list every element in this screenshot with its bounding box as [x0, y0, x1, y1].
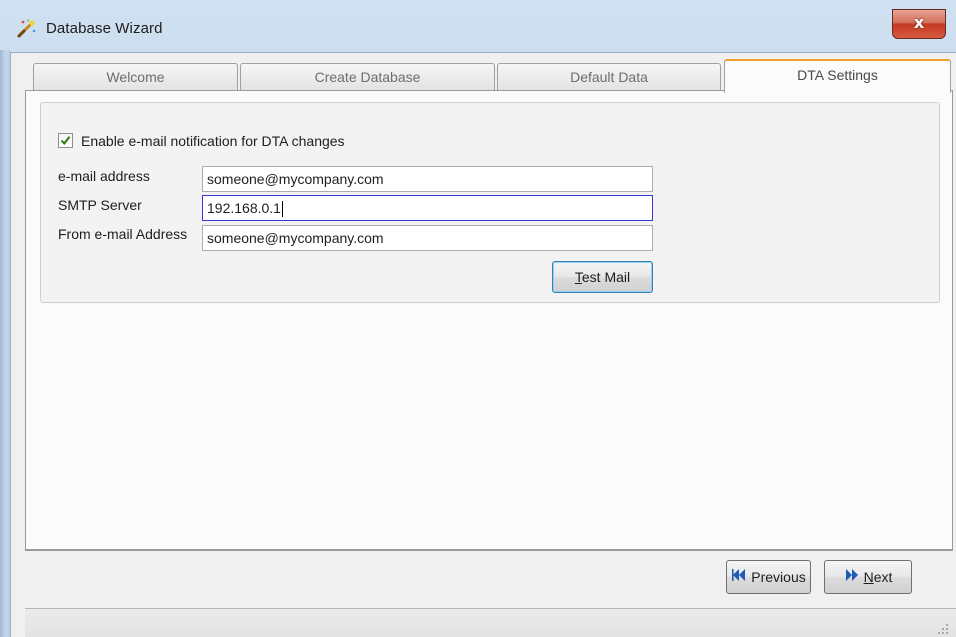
previous-label: Previous: [751, 569, 806, 585]
text-caret: [281, 201, 283, 218]
checkmark-icon: [60, 136, 71, 146]
next-button[interactable]: Next: [824, 560, 912, 594]
next-mnemonic: N: [863, 569, 874, 585]
title-bar[interactable]: Database Wizard x: [0, 0, 956, 50]
wizard-wand-icon: [15, 18, 37, 40]
enable-notification-label: Enable e-mail notification for DTA chang…: [81, 133, 345, 149]
double-chevron-right-icon: [844, 561, 860, 593]
smtp-server-field[interactable]: 192.168.0.1: [202, 195, 653, 221]
next-label: ext: [873, 569, 893, 585]
status-bar: [25, 608, 956, 637]
tab-label: Default Data: [570, 69, 648, 85]
from-email-label: From e-mail Address: [58, 226, 188, 242]
from-email-field[interactable]: someone@mycompany.com: [202, 225, 653, 251]
test-mail-button[interactable]: Test Mail: [552, 261, 653, 293]
close-icon: x: [913, 13, 925, 32]
from-email-value: someone@mycompany.com: [207, 230, 384, 246]
enable-notification-checkbox[interactable]: [58, 133, 73, 148]
database-wizard-window: Database Wizard x Welcome Create Databas…: [0, 0, 956, 637]
test-mail-label: est Mail: [581, 269, 631, 285]
resize-grip-icon[interactable]: [937, 623, 949, 635]
smtp-server-value: 192.168.0.1: [207, 200, 281, 216]
email-settings-group: Enable e-mail notification for DTA chang…: [40, 102, 940, 303]
previous-button[interactable]: Previous: [726, 560, 811, 594]
tab-default-data[interactable]: Default Data: [497, 63, 721, 91]
client-area: Welcome Create Database Default Data DTA…: [10, 52, 956, 637]
email-address-field[interactable]: someone@mycompany.com: [202, 166, 653, 192]
window-title: Database Wizard: [46, 20, 163, 37]
window-frame-left: [0, 50, 10, 637]
tab-create-database[interactable]: Create Database: [240, 63, 495, 91]
tab-dta-settings[interactable]: DTA Settings: [724, 59, 951, 93]
smtp-server-label: SMTP Server: [58, 197, 142, 213]
footer-divider: [25, 550, 953, 551]
close-button[interactable]: x: [892, 9, 946, 39]
tab-label: DTA Settings: [797, 67, 878, 83]
tab-label: Welcome: [106, 69, 165, 85]
tab-welcome[interactable]: Welcome: [33, 63, 238, 91]
dta-settings-panel: Enable e-mail notification for DTA chang…: [25, 90, 953, 550]
double-chevron-left-icon: [731, 561, 747, 593]
tab-label: Create Database: [314, 69, 421, 85]
email-address-label: e-mail address: [58, 168, 150, 184]
test-mail-mnemonic: T: [574, 269, 582, 285]
email-address-value: someone@mycompany.com: [207, 171, 384, 187]
